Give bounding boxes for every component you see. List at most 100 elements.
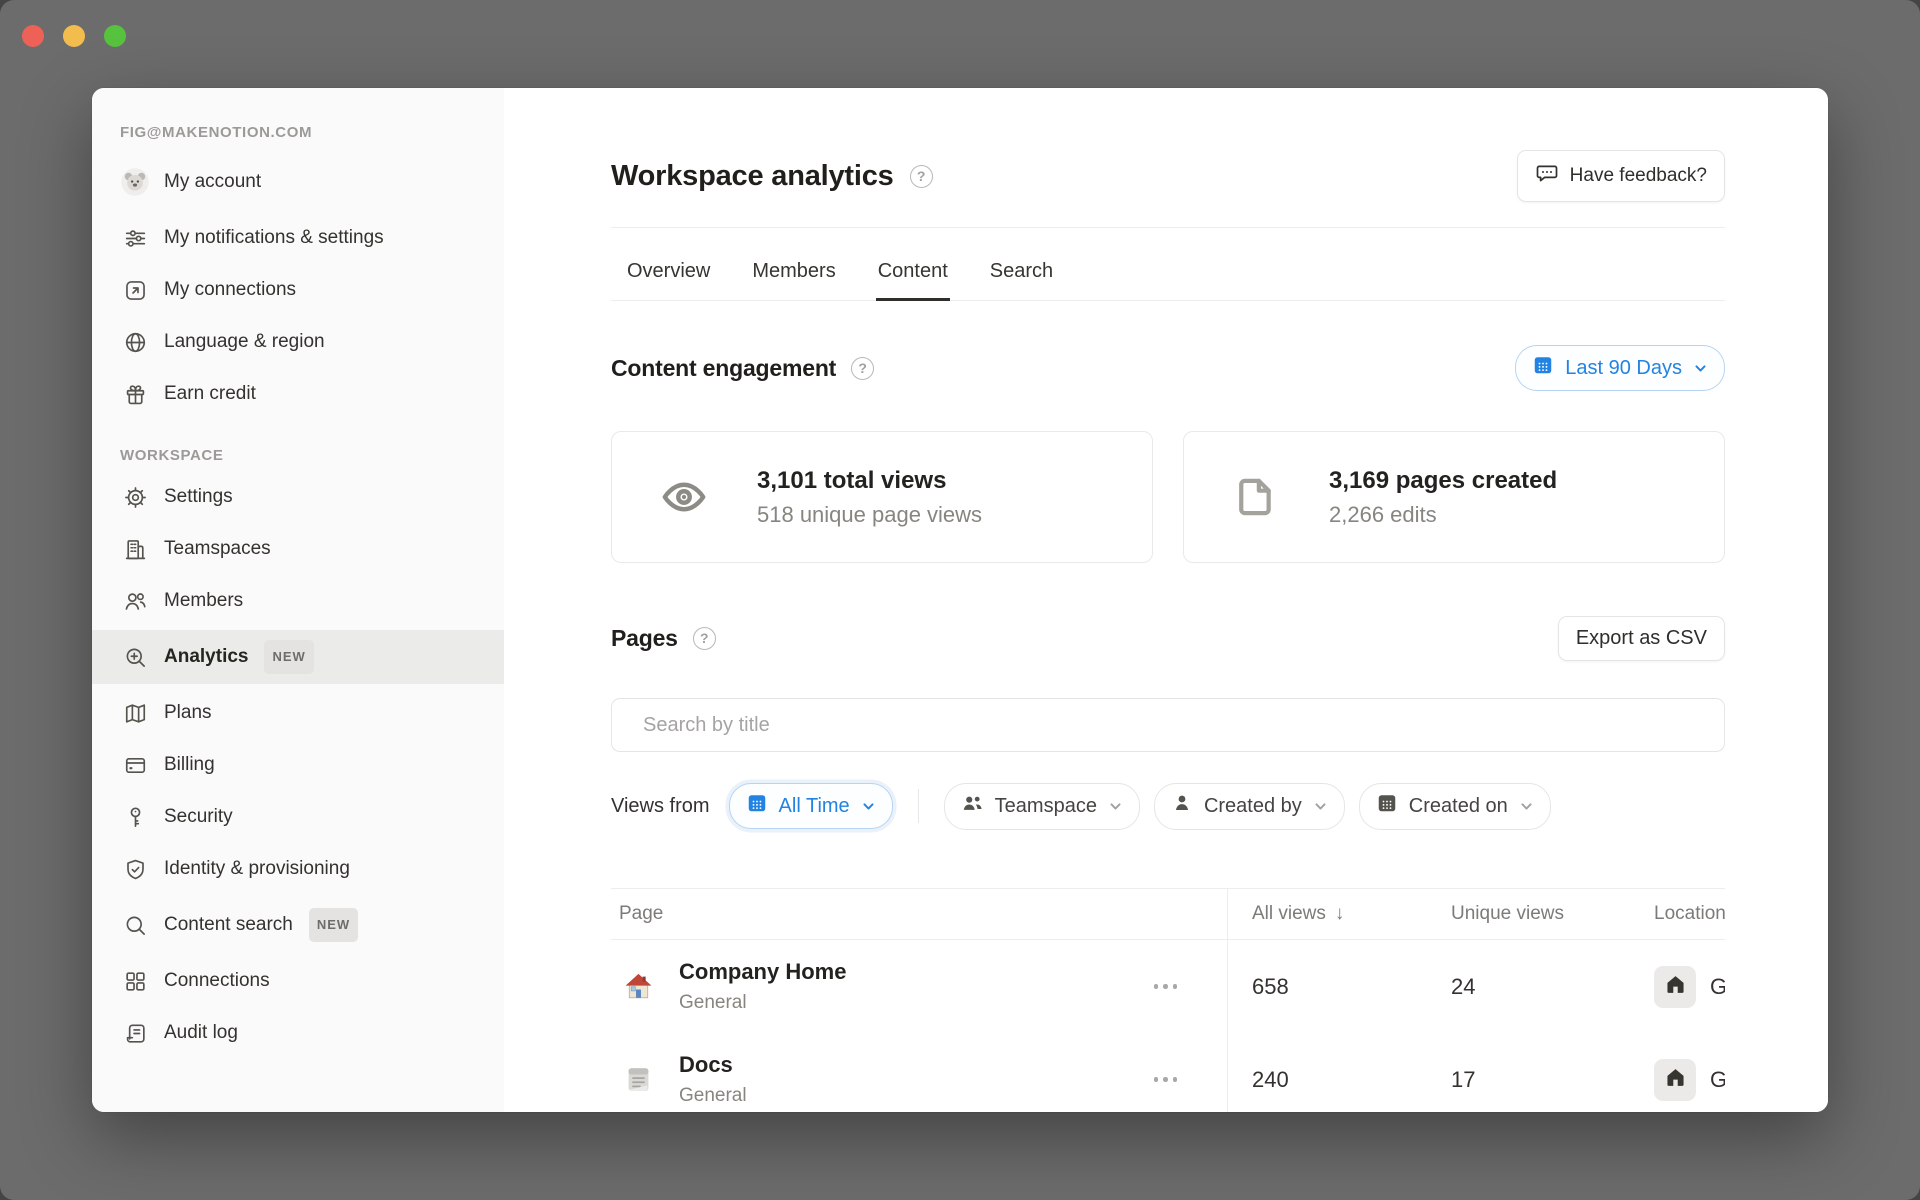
sidebar-item-content-search[interactable]: Content search NEW	[92, 898, 504, 952]
gear-icon	[120, 485, 150, 510]
table-column-divider	[1227, 888, 1228, 1112]
filter-pill-created-by[interactable]: Created by	[1154, 783, 1345, 830]
page-subtitle: General	[679, 992, 1132, 1014]
person-fill-icon	[1171, 792, 1193, 820]
sidebar-item-audit-log[interactable]: Audit log	[92, 1010, 504, 1056]
sidebar-item-my-notifications-settings[interactable]: My notifications & settings	[92, 215, 504, 261]
time-filter-dropdown[interactable]: All Time	[729, 783, 893, 829]
new-badge: NEW	[264, 640, 313, 674]
content-engagement-title: Content engagement	[611, 355, 836, 382]
page-subtitle: General	[679, 1085, 1132, 1107]
house-emoji-icon	[619, 970, 657, 1003]
sidebar-workspace-section: Settings Teamspaces Members Analytics NE…	[92, 474, 504, 1056]
page-title-cell[interactable]: Docs	[679, 1052, 1132, 1078]
sidebar-item-teamspaces[interactable]: Teamspaces	[92, 526, 504, 572]
sidebar-item-security[interactable]: Security	[92, 794, 504, 840]
sidebar-item-identity-provisioning[interactable]: Identity & provisioning	[92, 846, 504, 892]
stat-cards: 3,101 total views 518 unique page views …	[611, 431, 1725, 563]
search-input[interactable]	[641, 713, 1708, 738]
desktop-background: FIG@MAKENOTION.COM My account My notific…	[0, 0, 1920, 1200]
grid-icon	[120, 969, 150, 994]
tab-overview[interactable]: Overview	[625, 260, 712, 300]
stat-subtitle: 518 unique page views	[757, 502, 982, 528]
have-feedback-button[interactable]: Have feedback?	[1517, 150, 1725, 202]
calendar-icon	[746, 792, 768, 820]
tab-members[interactable]: Members	[750, 260, 837, 300]
sliders-icon	[120, 226, 150, 251]
export-csv-button[interactable]: Export as CSV	[1558, 616, 1725, 661]
sidebar-item-members[interactable]: Members	[92, 578, 504, 624]
pages-title: Pages	[611, 625, 678, 652]
sidebar-item-billing[interactable]: Billing	[92, 742, 504, 788]
chevron-down-icon	[1519, 799, 1534, 814]
tab-content[interactable]: Content	[876, 260, 950, 300]
people-icon	[120, 589, 150, 614]
location-chip[interactable]	[1654, 1059, 1696, 1101]
analytics-tabs: Overview Members Content Search	[611, 260, 1725, 301]
speech-bubble-icon	[1535, 161, 1559, 191]
settings-window: FIG@MAKENOTION.COM My account My notific…	[92, 88, 1828, 1112]
sidebar-item-my-account[interactable]: My account	[92, 155, 504, 209]
page-title-cell[interactable]: Company Home	[679, 959, 1132, 985]
chevron-down-icon	[861, 799, 876, 814]
sidebar-item-settings[interactable]: Settings	[92, 474, 504, 520]
key-icon	[120, 805, 150, 830]
all-views-cell: 658	[1227, 974, 1426, 1000]
page-title: Workspace analytics	[611, 160, 894, 193]
chevron-down-icon	[1108, 799, 1123, 814]
filter-pill-teamspace[interactable]: Teamspace	[944, 783, 1140, 830]
new-badge: NEW	[309, 908, 358, 942]
map-icon	[120, 701, 150, 726]
location-name: General	[1710, 974, 1725, 1000]
sidebar-item-analytics[interactable]: Analytics NEW	[92, 630, 504, 684]
home-icon	[1664, 1066, 1687, 1094]
stat-card: 3,101 total views 518 unique page views	[611, 431, 1153, 563]
row-actions-button[interactable]	[1154, 984, 1178, 989]
row-actions-button[interactable]	[1154, 1077, 1178, 1082]
table-row-company-home[interactable]: Company Home General 658 24 General	[611, 940, 1725, 1033]
sidebar-account-section: My account My notifications & settings M…	[92, 155, 504, 417]
stat-value: 3,101 total views	[757, 467, 982, 495]
tab-search[interactable]: Search	[988, 260, 1055, 300]
building-icon	[120, 537, 150, 562]
sidebar-item-connections[interactable]: Connections	[92, 958, 504, 1004]
location-chip[interactable]	[1654, 966, 1696, 1008]
window-controls	[22, 25, 126, 47]
sidebar-item-earn-credit[interactable]: Earn credit	[92, 371, 504, 417]
help-icon[interactable]: ?	[910, 165, 933, 188]
sidebar-item-plans[interactable]: Plans	[92, 690, 504, 736]
column-unique-views[interactable]: Unique views	[1426, 903, 1629, 925]
sidebar-item-language-region[interactable]: Language & region	[92, 319, 504, 365]
help-icon[interactable]: ?	[693, 627, 716, 650]
gift-icon	[120, 382, 150, 407]
settings-sidebar: FIG@MAKENOTION.COM My account My notific…	[92, 88, 504, 1112]
column-location[interactable]: Location	[1629, 903, 1725, 925]
calendar-fill-icon	[1376, 792, 1398, 820]
home-icon	[1664, 973, 1687, 1001]
close-button[interactable]	[22, 25, 44, 47]
notepad-emoji-icon	[619, 1063, 657, 1096]
credit-card-icon	[120, 753, 150, 778]
file-icon	[1232, 474, 1280, 520]
filter-pill-created-on[interactable]: Created on	[1359, 783, 1551, 830]
help-icon[interactable]: ?	[851, 357, 874, 380]
minimize-button[interactable]	[63, 25, 85, 47]
sort-arrow-down-icon: ↓	[1335, 903, 1345, 925]
unique-views-cell: 24	[1426, 974, 1629, 1000]
page-search[interactable]	[611, 698, 1725, 752]
workspace-section-label: WORKSPACE	[120, 447, 480, 464]
chevron-down-icon	[1313, 799, 1328, 814]
unique-views-cell: 17	[1426, 1067, 1629, 1093]
search-icon	[120, 913, 150, 938]
views-from-label: Views from	[611, 795, 710, 818]
date-range-dropdown[interactable]: Last 90 Days	[1515, 345, 1725, 391]
column-page[interactable]: Page	[611, 903, 1227, 925]
people-fill-icon	[961, 792, 984, 821]
table-row-docs[interactable]: Docs General 240 17 General	[611, 1033, 1725, 1112]
sidebar-item-my-connections[interactable]: My connections	[92, 267, 504, 313]
column-all-views[interactable]: All views ↓	[1227, 903, 1426, 925]
zoom-button[interactable]	[104, 25, 126, 47]
analytics-main: Workspace analytics ? Have feedback? Ove…	[504, 88, 1828, 1112]
shield-check-icon	[120, 857, 150, 882]
stat-subtitle: 2,266 edits	[1329, 502, 1557, 528]
